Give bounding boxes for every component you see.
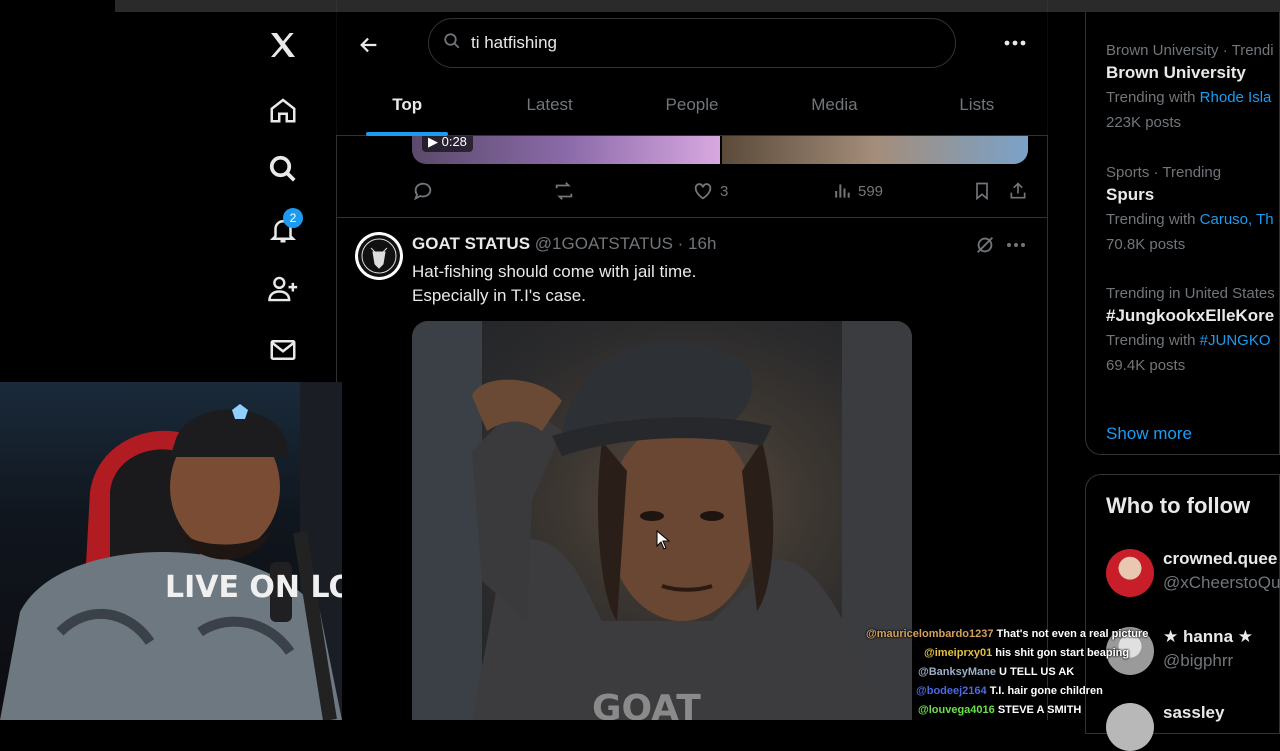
notifications-badge: 2 — [283, 208, 303, 228]
streamer-webcam: LIVE ON LOKE — [0, 382, 342, 720]
webcam-shirt-text: LIVE ON LOKE — [165, 570, 342, 605]
show-more-link[interactable]: Show more — [1106, 424, 1192, 444]
like-count: 3 — [720, 182, 729, 200]
follow-name: sassley — [1163, 703, 1225, 722]
share-icon — [1010, 182, 1026, 199]
trend-category: Sports · Trending — [1106, 164, 1222, 181]
tab-top[interactable]: Top — [336, 84, 478, 136]
search-icon — [443, 32, 461, 55]
trend-posts: 69.4K posts — [1106, 357, 1186, 374]
follow-handle: @xCheerstoQu — [1163, 573, 1280, 592]
photo-shirt-text: GOAT — [592, 688, 701, 720]
follow-handle: @bigphrr — [1163, 651, 1234, 670]
trend-posts: 70.8K posts — [1106, 236, 1186, 253]
trend-with: Trending with Caruso, Th — [1106, 211, 1274, 228]
avatar[interactable] — [1106, 549, 1154, 597]
follow-name: ★ hanna ★ — [1163, 627, 1253, 646]
trend-item[interactable]: Trending in United States #JungkookxElle… — [1106, 285, 1275, 374]
views-button[interactable]: 599 — [832, 176, 883, 206]
trend-with: Trending with Rhode Isla — [1106, 89, 1272, 106]
more-options-icon[interactable] — [1000, 28, 1030, 58]
trend-with: Trending with #JUNGKO — [1106, 332, 1271, 349]
tweet-photo[interactable]: GOAT — [412, 321, 912, 720]
chat-message: @mauricelombardo1237 That's not even a r… — [866, 628, 1149, 640]
tab-media[interactable]: Media — [763, 84, 905, 136]
chat-message: @louvega4016 STEVE A SMITH — [918, 704, 1082, 716]
share-button[interactable] — [1008, 176, 1028, 206]
trend-category: Trending in United States — [1106, 285, 1275, 302]
avatar[interactable] — [355, 232, 403, 280]
x-logo-icon[interactable] — [262, 24, 304, 66]
back-arrow-icon[interactable] — [354, 30, 384, 60]
home-icon[interactable] — [262, 89, 304, 131]
author-name[interactable]: GOAT STATUS — [412, 234, 530, 253]
tweet-text-line: Especially in T.I's case. — [412, 286, 586, 305]
chat-message: @BanksyMane U TELL US AK — [918, 666, 1075, 678]
trend-title: #JungkookxElleKore — [1106, 306, 1275, 325]
follow-name: crowned.quee — [1163, 549, 1278, 568]
search-tabs: Top Latest People Media Lists — [336, 84, 1048, 136]
author-meta[interactable]: @1GOATSTATUS · 16h — [535, 234, 717, 253]
tweet-header: GOAT STATUS @1GOATSTATUS · 16h — [412, 234, 716, 254]
who-to-follow-title: Who to follow — [1106, 493, 1251, 518]
image-thumbnail[interactable] — [722, 136, 1028, 164]
search-header: Top Latest People Media Lists — [336, 12, 1048, 136]
messages-icon[interactable] — [262, 329, 304, 371]
trend-title: Brown University — [1106, 63, 1246, 82]
tweet-divider — [336, 217, 1048, 218]
trend-posts: 223K posts — [1106, 114, 1182, 131]
trend-category: Brown University · Trendi — [1106, 42, 1274, 59]
like-button[interactable]: 3 — [692, 176, 728, 206]
tweet-text-line: Hat-fishing should come with jail time. — [412, 262, 697, 281]
search-input[interactable] — [469, 32, 913, 54]
tweet-text: Hat-fishing should come with jail time. … — [412, 260, 696, 308]
chat-message: @bodeej2164 T.I. hair gone children — [916, 685, 1103, 697]
previous-tweet-actions: 3 599 — [412, 176, 1032, 206]
view-count: 599 — [858, 182, 884, 200]
stream-chat-overlay: @mauricelombardo1237 That's not even a r… — [866, 625, 1149, 720]
reply-icon — [413, 182, 432, 201]
grok-icon[interactable] — [974, 234, 998, 258]
right-sidebar: Brown University · Trendi Brown Universi… — [1085, 0, 1280, 751]
search-box[interactable] — [428, 18, 956, 68]
chat-message: @imeiprxy01 his shit gon start beaping — [924, 647, 1130, 659]
views-icon — [835, 184, 850, 198]
tab-latest[interactable]: Latest — [478, 84, 620, 136]
tab-people[interactable]: People — [621, 84, 763, 136]
trend-item[interactable]: Brown University · Trendi Brown Universi… — [1106, 42, 1274, 131]
goat-logo-icon — [358, 235, 400, 277]
trend-title: Spurs — [1106, 185, 1155, 204]
search-icon[interactable] — [262, 148, 304, 190]
mouse-cursor-icon — [656, 529, 671, 555]
repost-icon — [555, 182, 573, 200]
add-user-icon[interactable] — [262, 268, 304, 310]
bookmark-icon — [976, 182, 988, 201]
heart-icon — [694, 183, 712, 200]
video-thumbnail[interactable]: ▶ 0:28 — [412, 132, 720, 164]
previous-tweet-media[interactable]: ▶ 0:28 — [412, 132, 1028, 164]
reply-button[interactable] — [412, 176, 434, 206]
trend-item[interactable]: Sports · Trending Spurs Trending with Ca… — [1106, 164, 1274, 253]
bookmark-button[interactable] — [972, 176, 992, 206]
trends-card: Brown University · Trendi Brown Universi… — [1085, 12, 1280, 455]
tab-lists[interactable]: Lists — [906, 84, 1048, 136]
repost-button[interactable] — [552, 176, 576, 206]
tweet-more-icon[interactable] — [1005, 234, 1031, 258]
